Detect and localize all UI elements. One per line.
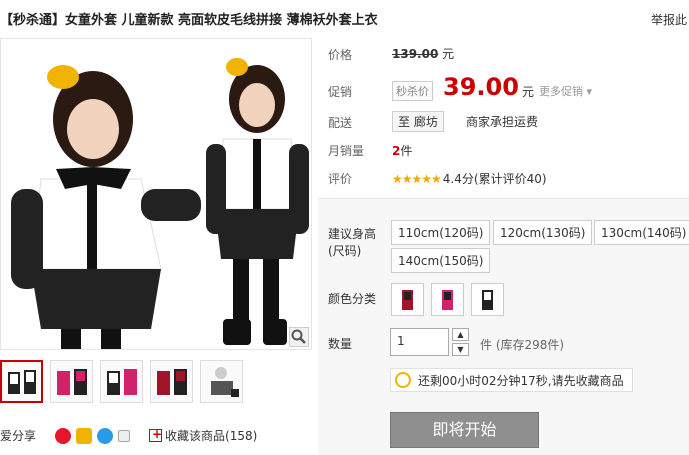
quantity-label: 数量 (328, 337, 353, 351)
quantity-decrease-icon[interactable]: ▼ (452, 343, 469, 356)
zoom-icon[interactable] (289, 327, 309, 347)
thumbnail-image[interactable] (0, 360, 43, 403)
monthly-sales-unit: 件 (400, 144, 413, 158)
star-rating-icon: ★★★★★ (392, 171, 442, 186)
review-summary: 4.4分(累计评价40) (442, 172, 547, 186)
stock-info: 件 (库存298件) (480, 338, 565, 352)
countdown-tip: 还剩00小时02分钟17秒,请先收藏商品 (390, 368, 633, 392)
original-price: 139.00 元 (392, 45, 454, 62)
thumbnail-image[interactable] (50, 360, 93, 403)
monthly-sales: 2件 (392, 142, 412, 159)
favorite-button[interactable]: 收藏该商品(158) (149, 427, 257, 444)
color-option[interactable] (471, 283, 504, 316)
original-price-value: 139.00 (392, 47, 439, 61)
product-title: 【秒杀通】女童外套 儿童新款 亮面软皮毛线拼接 薄棉袄外套上衣 (0, 13, 378, 28)
promo-price-unit: 元 (522, 85, 535, 99)
report-link[interactable]: 举报此 (651, 11, 687, 28)
qzone-icon[interactable] (76, 427, 93, 444)
share-bar: 爱分享 收藏该商品(158) (0, 427, 257, 444)
delivery-note: 商家承担运费 (466, 115, 539, 129)
thumbnail-image[interactable] (100, 360, 143, 403)
delivery-label: 配送 (328, 116, 353, 130)
size-label: 建议身高(尺码) (328, 227, 377, 258)
size-option[interactable]: 110cm(120码) (391, 220, 491, 245)
promo-price: 39.00 (443, 73, 519, 101)
countdown-text: 还剩00小时02分钟17秒,请先收藏商品 (418, 373, 624, 388)
quantity-increase-icon[interactable]: ▲ (452, 328, 469, 341)
price-label: 价格 (328, 48, 353, 62)
thumbnail-image[interactable] (150, 360, 193, 403)
quantity-input[interactable]: 1 (390, 328, 449, 356)
review-label: 评价 (328, 172, 353, 186)
more-promo-label: 更多促销 (539, 85, 583, 98)
review-rating[interactable]: ★★★★★ 4.4分(累计评价40) (392, 170, 547, 187)
weibo-icon[interactable] (55, 427, 72, 444)
favorite-label: 收藏该商品(158) (165, 429, 258, 443)
start-soon-button[interactable]: 即将开始 (390, 412, 539, 448)
original-price-unit: 元 (442, 47, 455, 61)
color-option[interactable] (431, 283, 464, 316)
size-option[interactable]: 130cm(140码) (594, 220, 689, 245)
delivery-destination-select[interactable]: 至 廊坊 (392, 111, 444, 132)
lightbulb-icon (395, 372, 411, 388)
size-option[interactable]: 140cm(150码) (391, 248, 491, 273)
color-label: 颜色分类 (328, 292, 377, 306)
promo-tag: 秒杀价 (392, 81, 433, 101)
tencent-weibo-icon[interactable] (97, 427, 114, 444)
favorite-icon (149, 427, 162, 442)
color-option[interactable] (391, 283, 424, 316)
monthly-sales-label: 月销量 (328, 144, 365, 158)
share-label: 爱分享 (0, 429, 37, 443)
chevron-down-icon: ▾ (586, 85, 593, 98)
size-option[interactable]: 120cm(130码) (493, 220, 593, 245)
more-promo-link[interactable]: 更多促销 ▾ (539, 83, 592, 99)
thumbnail-image[interactable] (200, 360, 243, 403)
thumbnail-strip (0, 360, 243, 403)
product-photo (11, 58, 309, 349)
promo-label: 促销 (328, 85, 353, 99)
more-share-icon[interactable] (118, 429, 131, 442)
main-product-image[interactable] (0, 38, 312, 350)
